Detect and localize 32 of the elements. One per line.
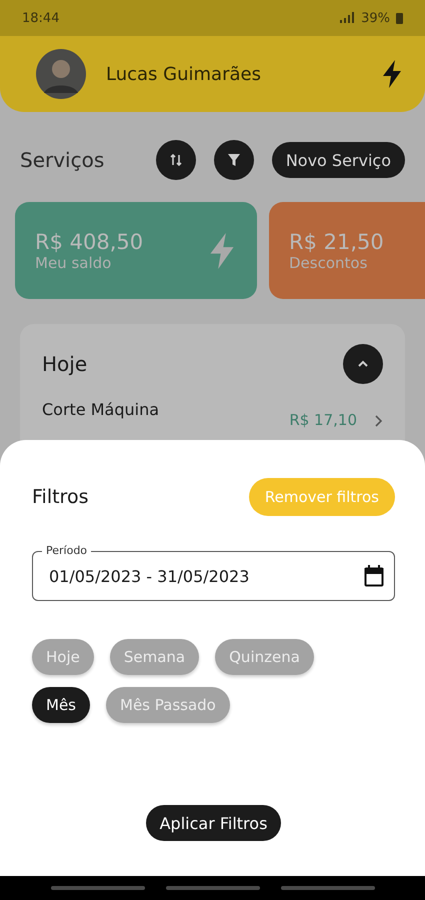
period-chip[interactable]: Hoje [32,639,94,675]
user-name: Lucas Guimarães [106,64,262,84]
card-amount: R$ 21,50 [289,230,384,254]
remove-filters-button[interactable]: Remover filtros [248,478,395,516]
chevron-icon[interactable] [375,415,383,427]
filter-icon [226,153,241,167]
apply-filters-button[interactable]: Aplicar Filtros [146,805,282,841]
new-service-button[interactable]: Novo Serviço [272,142,405,178]
chevron-up-icon [357,360,369,368]
signal-icon [339,12,356,24]
calendar-icon[interactable] [364,565,384,587]
period-chip[interactable]: Quinzena [215,639,314,675]
filter-button[interactable] [214,140,254,180]
collapse-button[interactable] [343,344,383,384]
battery-level: 39% [361,10,390,26]
period-chip[interactable]: Semana [110,639,200,675]
status-time: 18:44 [22,10,60,26]
lightning-icon[interactable] [381,60,403,88]
card-label: Meu saldo [35,254,112,272]
sort-icon [168,153,183,167]
service-price: R$ 17,10 [289,411,357,429]
section-title: Serviços [20,148,106,172]
group-title: Hoje [42,352,88,376]
period-chip[interactable]: Mês Passado [106,687,230,723]
sort-button[interactable] [156,140,196,180]
avatar [36,49,86,99]
card-amount: R$ 408,50 [35,230,144,254]
service-name: Corte Máquina [42,400,160,419]
card-label: Descontos [289,254,368,272]
sheet-title: Filtros [32,486,88,508]
period-chip[interactable]: Mês [32,687,90,723]
battery-icon [396,12,403,24]
